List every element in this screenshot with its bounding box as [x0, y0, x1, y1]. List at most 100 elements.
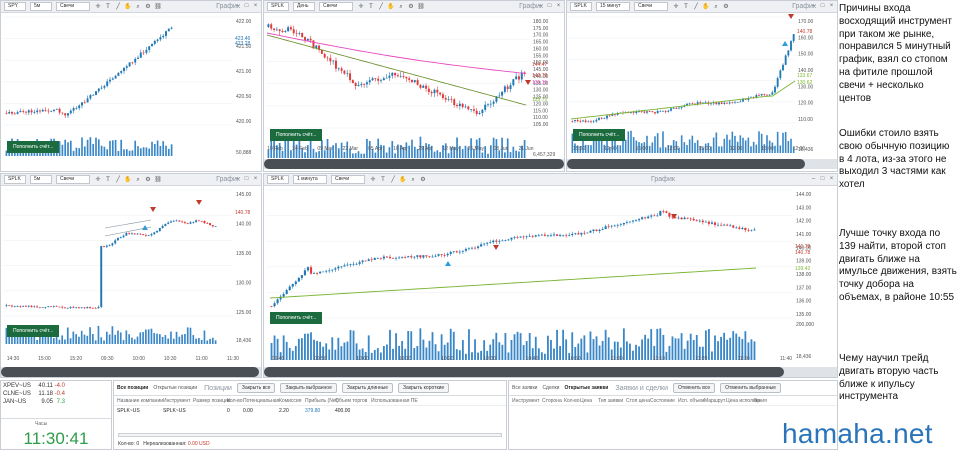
chart-type-select[interactable]: Свечи	[319, 2, 353, 11]
close-icon[interactable]: ×	[252, 176, 259, 183]
settings-icon[interactable]: ⚙	[419, 176, 427, 184]
trendline-icon[interactable]: ╱	[692, 3, 700, 11]
time-scrollbar[interactable]	[567, 159, 805, 169]
crosshair-icon[interactable]: ✛	[94, 3, 102, 11]
tab-trades[interactable]: Сделки	[542, 385, 559, 391]
timeframe-select[interactable]: 5м	[30, 2, 52, 11]
pan-hand-icon[interactable]: ✋	[124, 176, 132, 184]
settings-icon[interactable]: ⚙	[144, 3, 152, 11]
chart-type-select[interactable]: Свечи	[56, 175, 90, 184]
zoom-icon[interactable]: ⌕	[397, 3, 405, 11]
watchlist-row[interactable]: JAN~US 9.05 7.3	[1, 398, 111, 406]
pan-hand-icon[interactable]: ✋	[387, 3, 395, 11]
close-long-button[interactable]: Закрыть длинные	[341, 383, 394, 393]
text-tool-icon[interactable]: T	[379, 176, 387, 184]
topup-button[interactable]: Пополнить счёт...	[270, 312, 323, 324]
topup-button[interactable]: Пополнить счёт...	[573, 129, 626, 141]
positions-table-row[interactable]: SPLK~US SPLK~US 0 0.00 2.20 379.80 400.00	[114, 406, 506, 415]
zoom-icon[interactable]: ⌕	[409, 176, 417, 184]
time-scrollbar[interactable]	[264, 159, 564, 169]
chart-panel-splk-15m[interactable]: SPLK 15 минут Свечи ✛ T ╱ ✋ ⌕ ⚙ График – □ × 17…	[566, 0, 838, 172]
text-tool-icon[interactable]: T	[104, 176, 112, 184]
chart-panel-spy-5m[interactable]: SPY 5м Свечи ✛ T ╱ ✋ ⌕ ⚙ ⛓ График – □ × 422.00 42…	[0, 0, 262, 172]
chart-type-select[interactable]: Свечи	[331, 175, 365, 184]
cancel-all-button[interactable]: Отменить все	[673, 383, 716, 393]
price-chart[interactable]: 144.00143.00142.00141.00140.00139.00138.…	[264, 186, 838, 368]
symbol-field[interactable]: SPLK	[267, 175, 289, 184]
zoom-icon[interactable]: ⌕	[134, 176, 142, 184]
symbol-field[interactable]: SPLK	[570, 2, 592, 11]
link-icon[interactable]: ⛓	[154, 3, 162, 11]
tab-open-positions[interactable]: Открытые позиции	[153, 385, 197, 391]
settings-icon[interactable]: ⚙	[144, 176, 152, 184]
chart-panel-splk-daily[interactable]: SPLK День Свечи ✛ T ╱ ✋ ⌕ ⚙ ⛓ График – □ × 180.0…	[263, 0, 565, 172]
watchlist-row[interactable]: CLNE~US 11.18 -0.4	[1, 390, 111, 398]
text-tool-icon[interactable]: T	[367, 3, 375, 11]
symbol-field[interactable]: SPLK	[4, 175, 26, 184]
chart-panel-splk-1m[interactable]: SPLK 1 минута Свечи ✛ T ╱ ✋ ⌕ ⚙ График – □ × 14…	[263, 173, 838, 378]
price-chart[interactable]: 422.00421.50421.00420.50420.00423.46423.…	[1, 13, 262, 161]
volume-bar	[153, 144, 156, 156]
price-chart[interactable]: 145.00 140.00 135.00 130.00 125.00 140.78 18,4…	[1, 186, 262, 368]
tab-open-orders[interactable]: Открытые заявки	[564, 385, 608, 391]
cancel-selected-button[interactable]: Отменить выбранные	[720, 383, 781, 393]
maximize-icon[interactable]: □	[819, 176, 826, 183]
pan-hand-icon[interactable]: ✋	[399, 176, 407, 184]
tab-all-orders[interactable]: Все заявки	[512, 385, 537, 391]
timeframe-select[interactable]: 1 минута	[293, 175, 327, 184]
minimize-icon[interactable]: –	[234, 3, 241, 10]
volume-bar	[75, 147, 78, 156]
close-icon[interactable]: ×	[555, 3, 562, 10]
trendline-icon[interactable]: ╱	[377, 3, 385, 11]
trendline-icon[interactable]: ╱	[389, 176, 397, 184]
link-icon[interactable]: ⛓	[154, 176, 162, 184]
settings-icon[interactable]: ⚙	[722, 3, 730, 11]
trendline-icon[interactable]: ╱	[114, 3, 122, 11]
topup-button[interactable]: Пополнить счёт...	[7, 141, 60, 153]
zoom-icon[interactable]: ⌕	[712, 3, 720, 11]
link-icon[interactable]: ⛓	[417, 3, 425, 11]
text-tool-icon[interactable]: T	[104, 3, 112, 11]
close-icon[interactable]: ×	[252, 3, 259, 10]
close-short-button[interactable]: Закрыть короткие	[398, 383, 450, 393]
minimize-icon[interactable]: –	[537, 3, 544, 10]
maximize-icon[interactable]: □	[243, 176, 250, 183]
minimize-icon[interactable]: –	[810, 3, 817, 10]
positions-hscroll[interactable]	[118, 433, 502, 437]
text-tool-icon[interactable]: T	[682, 3, 690, 11]
crosshair-icon[interactable]: ✛	[357, 3, 365, 11]
trendline-icon[interactable]: ╱	[114, 176, 122, 184]
volume-bar	[100, 337, 103, 344]
maximize-icon[interactable]: □	[546, 3, 553, 10]
chart-type-select[interactable]: Свечи	[56, 2, 90, 11]
crosshair-icon[interactable]: ✛	[672, 3, 680, 11]
maximize-icon[interactable]: □	[819, 3, 826, 10]
settings-icon[interactable]: ⚙	[407, 3, 415, 11]
close-all-button[interactable]: Закрыть все	[236, 383, 276, 393]
watchlist-row[interactable]: XPEV~US 40.11 -4.0	[1, 382, 111, 390]
chart-type-select[interactable]: Свечи	[634, 2, 668, 11]
timeframe-select[interactable]: 5м	[30, 175, 52, 184]
symbol-field[interactable]: SPY	[4, 2, 26, 11]
maximize-icon[interactable]: □	[243, 3, 250, 10]
close-icon[interactable]: ×	[828, 176, 835, 183]
minimize-icon[interactable]: –	[234, 176, 241, 183]
topup-button[interactable]: Пополнить счёт...	[270, 129, 323, 141]
crosshair-icon[interactable]: ✛	[369, 176, 377, 184]
candle-body	[428, 256, 431, 257]
pan-hand-icon[interactable]: ✋	[702, 3, 710, 11]
timeframe-select[interactable]: День	[293, 2, 315, 11]
close-selected-button[interactable]: Закрыть выбранное	[280, 383, 337, 393]
symbol-field[interactable]: SPLK	[267, 2, 289, 11]
topup-button[interactable]: Пополнить счёт...	[7, 325, 60, 337]
tab-all-positions[interactable]: Все позиции	[117, 385, 148, 391]
crosshair-icon[interactable]: ✛	[94, 176, 102, 184]
pan-hand-icon[interactable]: ✋	[124, 3, 132, 11]
chart-panel-splk-5m[interactable]: SPLK 5м Свечи ✛ T ╱ ✋ ⌕ ⚙ ⛓ График – □ × 145.00 1…	[0, 173, 262, 378]
time-scrollbar[interactable]	[264, 367, 784, 377]
minimize-icon[interactable]: –	[810, 176, 817, 183]
timeframe-select[interactable]: 15 минут	[596, 2, 630, 11]
zoom-icon[interactable]: ⌕	[134, 3, 142, 11]
close-icon[interactable]: ×	[828, 3, 835, 10]
time-scrollbar[interactable]	[1, 367, 259, 377]
